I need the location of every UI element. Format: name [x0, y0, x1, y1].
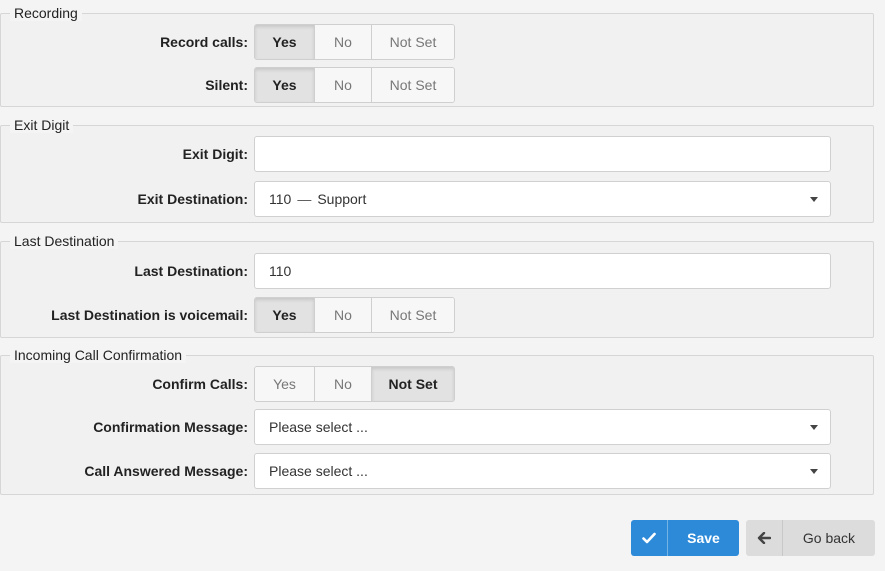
confirm-calls-no[interactable]: No [314, 367, 371, 401]
exit-destination-name: Support [317, 191, 367, 207]
last-destination-voicemail-label: Last Destination is voicemail: [51, 307, 248, 323]
silent-yes[interactable]: Yes [255, 68, 314, 102]
silent-no[interactable]: No [314, 68, 371, 102]
go-back-button[interactable]: Go back [746, 520, 875, 556]
confirmation-message-select[interactable]: Please select ... [254, 409, 831, 445]
row-last-destination: Last Destination: 110 [1, 253, 873, 289]
record-calls-toggle: Yes No Not Set [254, 24, 455, 60]
caret-down-icon [810, 425, 818, 430]
call-answered-message-value: Please select ... [269, 463, 368, 479]
exit-digit-label: Exit Digit: [182, 146, 248, 162]
row-call-answered-message: Call Answered Message: Please select ... [1, 453, 873, 489]
call-answered-message-select[interactable]: Please select ... [254, 453, 831, 489]
voicemail-yes[interactable]: Yes [255, 298, 314, 332]
exit-destination-label: Exit Destination: [137, 191, 248, 207]
legend-recording: Recording [10, 5, 82, 21]
exit-destination-select[interactable]: 110 — Support [254, 181, 831, 217]
legend-exit-digit: Exit Digit [10, 117, 74, 133]
confirm-calls-label: Confirm Calls: [152, 376, 248, 392]
voicemail-not-set[interactable]: Not Set [371, 298, 454, 332]
last-destination-label: Last Destination: [134, 263, 248, 279]
confirm-calls-toggle: Yes No Not Set [254, 366, 455, 402]
row-record-calls: Record calls: Yes No Not Set [1, 24, 873, 60]
confirm-calls-yes[interactable]: Yes [255, 367, 314, 401]
record-calls-not-set[interactable]: Not Set [371, 25, 454, 59]
go-back-button-label: Go back [802, 530, 856, 546]
exit-destination-number: 110 [269, 191, 292, 207]
silent-not-set[interactable]: Not Set [371, 68, 454, 102]
save-button-label: Save [687, 530, 720, 546]
row-last-destination-voicemail: Last Destination is voicemail: Yes No No… [1, 297, 873, 333]
save-button[interactable]: Save [631, 520, 739, 556]
last-destination-input[interactable]: 110 [254, 253, 831, 289]
silent-toggle: Yes No Not Set [254, 67, 455, 103]
row-silent: Silent: Yes No Not Set [1, 67, 873, 103]
confirmation-message-label: Confirmation Message: [93, 419, 248, 435]
legend-incoming-call-confirmation: Incoming Call Confirmation [10, 347, 187, 363]
exit-digit-input[interactable] [254, 136, 831, 172]
caret-down-icon [810, 469, 818, 474]
legend-last-destination: Last Destination [10, 233, 119, 249]
fieldset-recording: Recording Record calls: Yes No Not Set S… [0, 5, 874, 107]
silent-label: Silent: [205, 77, 248, 93]
row-confirm-calls: Confirm Calls: Yes No Not Set [1, 366, 873, 402]
row-exit-digit: Exit Digit: [1, 136, 873, 172]
call-answered-message-label: Call Answered Message: [84, 463, 248, 479]
confirm-calls-not-set[interactable]: Not Set [371, 367, 454, 401]
record-calls-label: Record calls: [160, 34, 248, 50]
fieldset-last-destination: Last Destination Last Destination: 110 L… [0, 233, 874, 338]
voicemail-no[interactable]: No [314, 298, 371, 332]
record-calls-yes[interactable]: Yes [255, 25, 314, 59]
last-destination-voicemail-toggle: Yes No Not Set [254, 297, 455, 333]
arrow-left-icon [746, 520, 783, 556]
confirmation-message-value: Please select ... [269, 419, 368, 435]
record-calls-no[interactable]: No [314, 25, 371, 59]
row-exit-destination: Exit Destination: 110 — Support [1, 181, 873, 217]
row-confirmation-message: Confirmation Message: Please select ... [1, 409, 873, 445]
check-icon [631, 520, 668, 556]
fieldset-exit-digit: Exit Digit Exit Digit: Exit Destination:… [0, 117, 874, 223]
caret-down-icon [810, 197, 818, 202]
fieldset-incoming-call-confirmation: Incoming Call Confirmation Confirm Calls… [0, 347, 874, 495]
exit-destination-separator: — [297, 191, 312, 207]
